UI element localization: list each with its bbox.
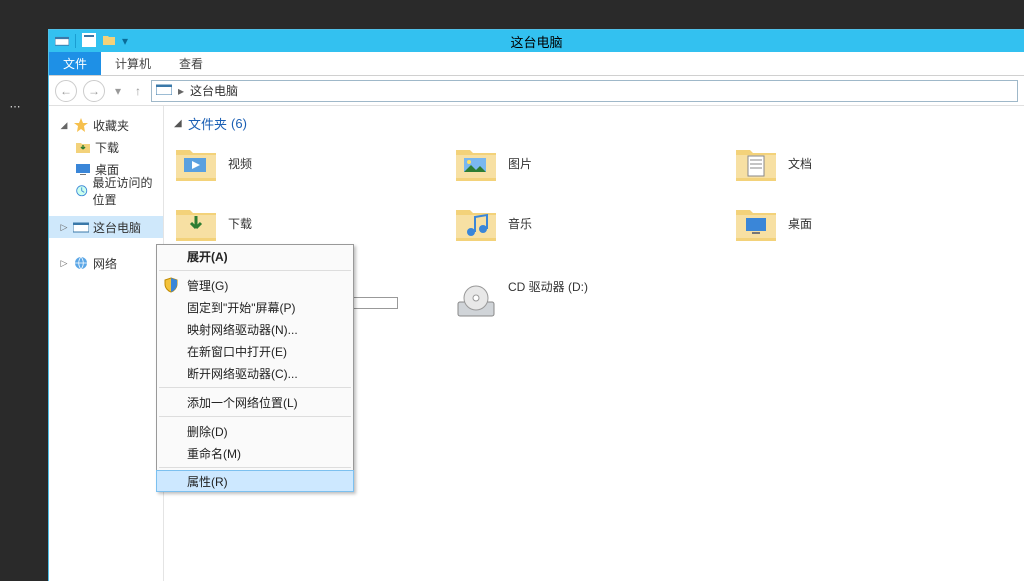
- menu-item[interactable]: 展开(A): [157, 245, 353, 267]
- folder-label: 音乐: [508, 215, 532, 232]
- up-button[interactable]: ↑: [131, 80, 145, 102]
- folder-icon: [454, 202, 498, 244]
- twisty-icon[interactable]: ▷: [59, 222, 69, 232]
- folder-label: 图片: [508, 155, 532, 172]
- window-title: 这台电脑: [49, 32, 1024, 51]
- sidebar-thispc[interactable]: ▷ 这台电脑: [49, 216, 163, 238]
- menu-item-label: 映射网络驱动器(N)...: [187, 321, 298, 338]
- address-bar[interactable]: ▸ 这台电脑: [151, 80, 1018, 102]
- qat-dropdown-icon[interactable]: ▾: [122, 34, 128, 48]
- ribbon-tab-file[interactable]: 文件: [49, 52, 101, 75]
- qat-new-folder-icon[interactable]: [102, 33, 116, 50]
- system-menu-icon[interactable]: [55, 33, 69, 50]
- shield-icon: [163, 277, 179, 293]
- breadcrumb-sep: ▸: [178, 84, 184, 98]
- forward-button[interactable]: →: [83, 80, 105, 102]
- menu-item[interactable]: 固定到"开始"屏幕(P): [157, 296, 353, 318]
- breadcrumb-root[interactable]: 这台电脑: [190, 82, 238, 99]
- sidebar-thispc-label: 这台电脑: [93, 219, 141, 236]
- menu-item[interactable]: 重命名(M): [157, 442, 353, 464]
- menu-item-label: 属性(R): [187, 473, 228, 490]
- menu-item[interactable]: 管理(G): [157, 274, 353, 296]
- section-count: (6): [231, 116, 247, 131]
- twisty-icon[interactable]: ◢: [59, 120, 69, 130]
- menu-item-label: 管理(G): [187, 277, 228, 294]
- drive-icon: [454, 278, 498, 322]
- device-item[interactable]: CD 驱动器 (D:): [454, 278, 734, 327]
- recent-locations-dropdown[interactable]: ▾: [111, 80, 125, 102]
- folder-label: 下载: [228, 215, 252, 232]
- menu-item[interactable]: 在新窗口中打开(E): [157, 340, 353, 362]
- twisty-icon[interactable]: ◢: [174, 118, 184, 129]
- menu-item[interactable]: 属性(R): [156, 470, 354, 492]
- folder-item[interactable]: 下载: [174, 199, 454, 247]
- sidebar-item-recent[interactable]: 最近访问的位置: [49, 180, 163, 202]
- menu-item-label: 断开网络驱动器(C)...: [187, 365, 298, 382]
- folder-item[interactable]: 桌面: [734, 199, 1014, 247]
- folder-label: 桌面: [788, 215, 812, 232]
- computer-icon: [73, 219, 89, 235]
- menu-item[interactable]: 断开网络驱动器(C)...: [157, 362, 353, 384]
- folder-label: 文档: [788, 155, 812, 172]
- context-menu[interactable]: 展开(A) 管理(G) 固定到"开始"屏幕(P) 映射网络驱动器(N)... 在新窗口中…: [156, 244, 354, 492]
- navigation-pane[interactable]: ◢ 收藏夹 下载 桌面 最近访问的位置: [49, 106, 164, 581]
- ribbon-tab-computer[interactable]: 计算机: [101, 52, 165, 75]
- quick-access-toolbar: ▾: [49, 33, 128, 50]
- titlebar[interactable]: ▾ 这台电脑: [49, 30, 1024, 52]
- menu-item[interactable]: 删除(D): [157, 420, 353, 442]
- sidebar-item-downloads[interactable]: 下载: [49, 136, 163, 158]
- menu-separator: [159, 270, 351, 271]
- navigation-row: ← → ▾ ↑ ▸ 这台电脑: [49, 76, 1024, 106]
- folder-label: 视频: [228, 155, 252, 172]
- sidebar-favorites[interactable]: ◢ 收藏夹: [49, 114, 163, 136]
- menu-item-label: 固定到"开始"屏幕(P): [187, 299, 296, 316]
- folder-icon: [174, 202, 218, 244]
- network-icon: [73, 255, 89, 271]
- menu-separator: [159, 387, 351, 388]
- sidebar-item-label: 下载: [95, 139, 119, 156]
- sidebar-item-label: 最近访问的位置: [92, 174, 163, 208]
- menu-separator: [159, 467, 351, 468]
- desktop-icon: [75, 161, 91, 177]
- menu-item-label: 删除(D): [187, 423, 228, 440]
- menu-item-label: 在新窗口中打开(E): [187, 343, 287, 360]
- qat-separator: [75, 34, 76, 48]
- folder-icon: [734, 202, 778, 244]
- folder-item[interactable]: 图片: [454, 139, 734, 187]
- address-icon: [156, 83, 172, 98]
- recent-icon: [75, 183, 88, 199]
- qat-properties-icon[interactable]: [82, 33, 96, 50]
- ribbon-tabs: 文件 计算机 查看: [49, 52, 1024, 76]
- star-icon: [73, 117, 89, 133]
- menu-separator: [159, 416, 351, 417]
- section-title: 文件夹: [188, 114, 227, 133]
- menu-item[interactable]: 添加一个网络位置(L): [157, 391, 353, 413]
- folder-item[interactable]: 音乐: [454, 199, 734, 247]
- folder-item[interactable]: 视频: [174, 139, 454, 187]
- device-label: CD 驱动器 (D:): [508, 278, 588, 295]
- folder-icon: [174, 142, 218, 184]
- folder-icon: [454, 142, 498, 184]
- menu-item-label: 展开(A): [187, 248, 228, 265]
- sidebar-favorites-label: 收藏夹: [93, 117, 129, 134]
- menu-item[interactable]: 映射网络驱动器(N)...: [157, 318, 353, 340]
- folder-icon: [734, 142, 778, 184]
- menu-item-label: 添加一个网络位置(L): [187, 394, 298, 411]
- folder-item[interactable]: 文档: [734, 139, 1014, 187]
- section-header-folders[interactable]: ◢ 文件夹 (6): [174, 114, 1014, 133]
- ribbon-tab-view[interactable]: 查看: [165, 52, 217, 75]
- sidebar-network-label: 网络: [93, 255, 117, 272]
- folder-down-icon: [75, 139, 91, 155]
- twisty-icon[interactable]: ▷: [59, 258, 69, 268]
- desktop-edge-strip: ⋯: [0, 0, 30, 581]
- back-button[interactable]: ←: [55, 80, 77, 102]
- sidebar-network[interactable]: ▷ 网络: [49, 252, 163, 274]
- menu-item-label: 重命名(M): [187, 445, 241, 462]
